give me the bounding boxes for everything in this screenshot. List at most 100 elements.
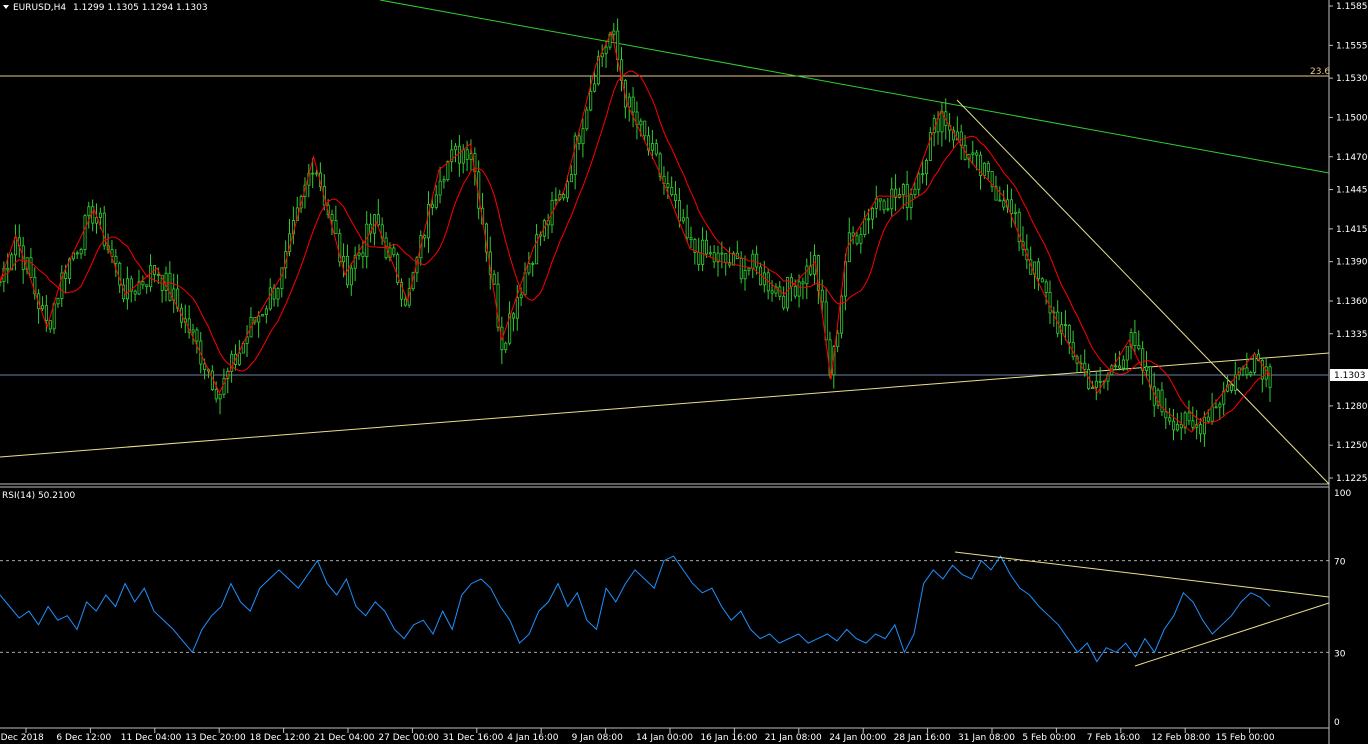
current-price-label: 1.1303 (1334, 371, 1366, 381)
candle-body (434, 194, 438, 208)
candle-body (1114, 365, 1118, 368)
candle-body (1210, 406, 1214, 422)
candle-body (168, 272, 172, 301)
candle-body (330, 214, 334, 222)
candle-body (793, 285, 797, 297)
candle-body (64, 272, 68, 279)
price-tick-label: 1.1445 (1336, 186, 1368, 196)
time-tick-label: 11 Dec 04:00 (121, 733, 182, 743)
candle-body (697, 251, 701, 265)
candle-body (1187, 412, 1191, 422)
candle-body (577, 135, 581, 145)
candle-body (1202, 416, 1206, 435)
candle-body (29, 257, 33, 278)
rsi-line-group (0, 555, 1271, 663)
candle-body (245, 336, 249, 344)
candle-body (581, 128, 585, 145)
rsi-tick-label: 100 (1334, 489, 1351, 499)
candle-body (589, 90, 593, 111)
candle-body (705, 239, 709, 255)
trading-chart[interactable]: EURUSD,H4 1.1299 1.1305 1.1294 1.1303 RS… (0, 0, 1368, 744)
candle-body (631, 96, 635, 113)
candle-body (1094, 380, 1098, 388)
time-tick-label: 7 Feb 16:00 (1087, 733, 1141, 743)
price-panel[interactable] (0, 0, 1329, 484)
candle-body (531, 263, 535, 265)
candle-body (1214, 406, 1218, 409)
candle-body (0, 281, 2, 284)
candle-body (782, 295, 786, 309)
candle-body (701, 239, 705, 265)
time-tick-label: 3 Dec 2018 (0, 733, 44, 743)
candle-body (743, 270, 747, 280)
candle-body (654, 143, 658, 155)
candle-body (1121, 359, 1125, 369)
candle-body (627, 96, 631, 108)
candle-body (56, 298, 60, 305)
candle-body (438, 180, 442, 196)
candle-body (1098, 380, 1102, 383)
candle-body (1172, 420, 1176, 431)
time-tick-label: 31 Jan 08:00 (958, 733, 1015, 743)
price-tick-label: 1.1500 (1336, 113, 1368, 123)
candle-body (770, 290, 774, 294)
candle-body (430, 203, 434, 208)
time-tick-label: 13 Dec 20:00 (185, 733, 246, 743)
candle-body (6, 267, 10, 271)
candle-body (685, 217, 689, 239)
candle-body (515, 297, 519, 319)
candle-body (365, 223, 369, 258)
rsi-levels (0, 560, 1329, 653)
candle-body (569, 174, 573, 183)
time-axis: 3 Dec 2018 6 Dec 12:00 11 Dec 04:0013 Dec … (0, 728, 1275, 743)
candle-body (1168, 417, 1172, 422)
price-tick-label: 1.1360 (1336, 297, 1368, 307)
candle-body (1048, 291, 1052, 314)
candle-body (739, 258, 743, 280)
time-tick-label: 6 Dec 12:00 (56, 733, 111, 743)
candle-body (1229, 384, 1233, 391)
price-tick-label: 1.1280 (1336, 402, 1368, 412)
candle-body (141, 281, 145, 286)
candle-body (643, 120, 647, 137)
time-tick-label: 21 Dec 04:00 (314, 733, 375, 743)
candle-body (14, 237, 18, 256)
candle-body (261, 314, 265, 317)
candle-body (708, 252, 712, 255)
candle-body (315, 172, 319, 175)
candle-body (268, 287, 272, 310)
candle-body (1013, 211, 1017, 214)
candle-body (755, 253, 759, 268)
candle-body (971, 152, 975, 155)
time-tick-label: 24 Jan 00:00 (829, 733, 886, 743)
candle-body (650, 143, 654, 151)
candle-body (554, 199, 558, 201)
time-tick-label: 14 Jan 00:00 (636, 733, 693, 743)
candle-body (666, 183, 670, 188)
candle-body (1179, 424, 1183, 429)
candle-body (465, 149, 469, 160)
rsi-tick-label: 0 (1334, 718, 1340, 728)
candle-body (1036, 261, 1040, 280)
ohlc-label: 1.1299 1.1305 1.1294 1.1303 (73, 3, 208, 13)
candle-body (859, 234, 863, 244)
candle-body (276, 288, 280, 300)
candle-body (91, 206, 95, 224)
candle-body (446, 161, 450, 181)
candle-body (125, 278, 129, 300)
time-tick-label: 31 Dec 16:00 (443, 733, 504, 743)
candle-body (264, 308, 268, 315)
candle-body (237, 352, 241, 365)
candle-body (801, 281, 805, 285)
candle-body (145, 284, 149, 288)
rsi-support-trendline[interactable] (1134, 602, 1330, 667)
candle-body (392, 247, 396, 256)
candle-body (349, 267, 353, 286)
rsi-resistance-trendline[interactable] (954, 551, 1330, 598)
candle-body (674, 194, 678, 202)
candle-body (523, 272, 527, 296)
candle-body (280, 267, 284, 289)
time-tick-label: 18 Dec 12:00 (250, 733, 311, 743)
candle-body (461, 149, 465, 164)
candle-body (87, 206, 91, 217)
